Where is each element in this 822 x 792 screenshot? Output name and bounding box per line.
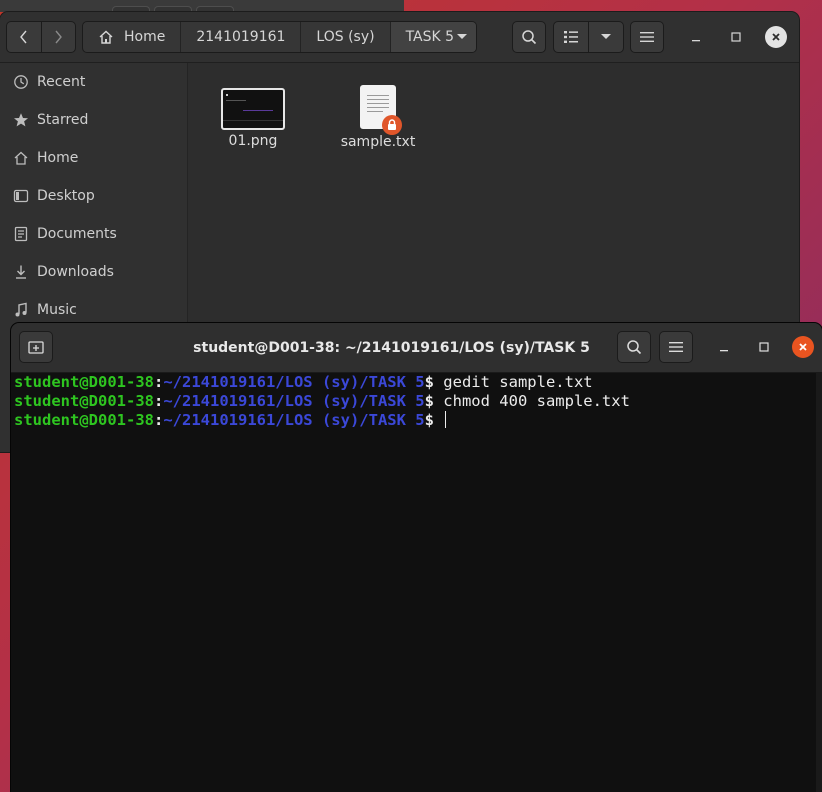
chevron-right-icon <box>55 30 63 44</box>
prompt-path: ~/2141019161/LOS (sy)/TASK 5 <box>163 411 425 429</box>
forward-button[interactable] <box>40 22 76 52</box>
terminal-command: chmod 400 sample.txt <box>443 392 630 410</box>
terminal-line: student@D001-38:~/2141019161/LOS (sy)/TA… <box>14 411 816 430</box>
search-icon <box>522 30 537 45</box>
terminal-window: student@D001-38: ~/2141019161/LOS (sy)/T… <box>11 323 822 792</box>
terminal-line: student@D001-38:~/2141019161/LOS (sy)/TA… <box>14 392 630 410</box>
files-close-button[interactable] <box>764 25 788 49</box>
breadcrumb-label: LOS (sy) <box>316 29 375 45</box>
new-tab-icon <box>28 341 44 354</box>
breadcrumb-label: TASK 5 <box>405 29 455 45</box>
maximize-icon <box>731 32 741 42</box>
breadcrumb-label: 2141019161 <box>196 29 286 45</box>
close-icon <box>765 26 787 48</box>
file-item-text[interactable]: sample.txt <box>328 85 428 150</box>
breadcrumb-label: Home <box>124 29 166 45</box>
minimize-icon <box>720 350 728 352</box>
text-file-icon <box>360 85 402 135</box>
prompt-user: student@D001-38 <box>14 392 154 410</box>
terminal-minimize-button[interactable] <box>713 336 735 358</box>
terminal-output[interactable]: student@D001-38:~/2141019161/LOS (sy)/TA… <box>11 373 816 792</box>
view-options <box>553 21 624 53</box>
terminal-search-button[interactable] <box>617 331 651 363</box>
sidebar-item-home[interactable]: Home <box>0 139 187 177</box>
breadcrumb-current[interactable]: TASK 5 <box>390 22 476 52</box>
prompt-path: ~/2141019161/LOS (sy)/TASK 5 <box>163 392 425 410</box>
prompt-user: student@D001-38 <box>14 373 154 391</box>
document-icon <box>12 225 30 243</box>
breadcrumb-item[interactable]: LOS (sy) <box>301 22 391 52</box>
breadcrumb-item[interactable]: 2141019161 <box>181 22 302 52</box>
sidebar-item-label: Music <box>37 302 77 318</box>
search-button[interactable] <box>512 21 546 53</box>
chevron-down-icon <box>457 34 467 39</box>
sidebar-item-starred[interactable]: Starred <box>0 101 187 139</box>
terminal-close-button[interactable] <box>792 336 814 358</box>
sidebar-item-documents[interactable]: Documents <box>0 215 187 253</box>
list-view-icon <box>564 31 578 43</box>
chevron-left-icon <box>19 30 27 44</box>
file-name: 01.png <box>228 133 278 149</box>
view-dropdown-button[interactable] <box>588 22 623 52</box>
clock-icon <box>12 73 30 91</box>
hamburger-icon <box>669 342 683 352</box>
list-view-button[interactable] <box>554 22 588 52</box>
terminal-line: student@D001-38:~/2141019161/LOS (sy)/TA… <box>14 373 593 391</box>
back-button[interactable] <box>7 22 41 52</box>
close-icon <box>799 343 807 351</box>
file-name: sample.txt <box>340 134 416 150</box>
sidebar-item-label: Starred <box>37 112 89 128</box>
files-minimize-button[interactable] <box>684 25 708 49</box>
sidebar-item-label: Recent <box>37 74 86 90</box>
breadcrumb-home[interactable]: Home <box>83 22 182 52</box>
files-menu-button[interactable] <box>630 21 664 53</box>
image-thumbnail <box>221 88 285 130</box>
sidebar-item-recent[interactable]: Recent <box>0 63 187 101</box>
navigation-buttons <box>6 21 76 53</box>
hamburger-icon <box>640 32 654 42</box>
terminal-title: student@D001-38: ~/2141019161/LOS (sy)/T… <box>193 339 590 356</box>
prompt-user: student@D001-38 <box>14 411 154 429</box>
files-maximize-button[interactable] <box>724 25 748 49</box>
chevron-down-icon <box>601 34 611 39</box>
terminal-scrollbar[interactable] <box>816 373 822 792</box>
search-icon <box>627 340 642 355</box>
desktop-icon <box>12 187 30 205</box>
sidebar-item-label: Documents <box>37 226 117 242</box>
sidebar-item-label: Home <box>37 150 79 166</box>
terminal-command: gedit sample.txt <box>443 373 593 391</box>
sidebar-item-downloads[interactable]: Downloads <box>0 253 187 291</box>
home-icon <box>12 149 30 167</box>
new-tab-button[interactable] <box>19 331 53 363</box>
home-icon <box>98 29 114 45</box>
download-icon <box>12 263 30 281</box>
sidebar-item-desktop[interactable]: Desktop <box>0 177 187 215</box>
background-window <box>0 0 404 17</box>
minimize-icon <box>692 40 700 42</box>
star-icon <box>12 111 30 129</box>
prompt-path: ~/2141019161/LOS (sy)/TASK 5 <box>163 373 425 391</box>
terminal-maximize-button[interactable] <box>753 336 775 358</box>
sidebar-item-label: Desktop <box>37 188 95 204</box>
lock-icon <box>382 115 402 135</box>
file-item-image[interactable]: 01.png <box>203 88 303 149</box>
breadcrumb: Home 2141019161 LOS (sy) TASK 5 <box>82 21 477 53</box>
text-cursor <box>445 411 447 428</box>
files-headerbar: Home 2141019161 LOS (sy) TASK 5 <box>0 12 799 63</box>
music-icon <box>12 301 30 319</box>
maximize-icon <box>759 342 769 352</box>
terminal-menu-button[interactable] <box>659 331 693 363</box>
terminal-headerbar: student@D001-38: ~/2141019161/LOS (sy)/T… <box>11 323 822 373</box>
sidebar-item-label: Downloads <box>37 264 114 280</box>
